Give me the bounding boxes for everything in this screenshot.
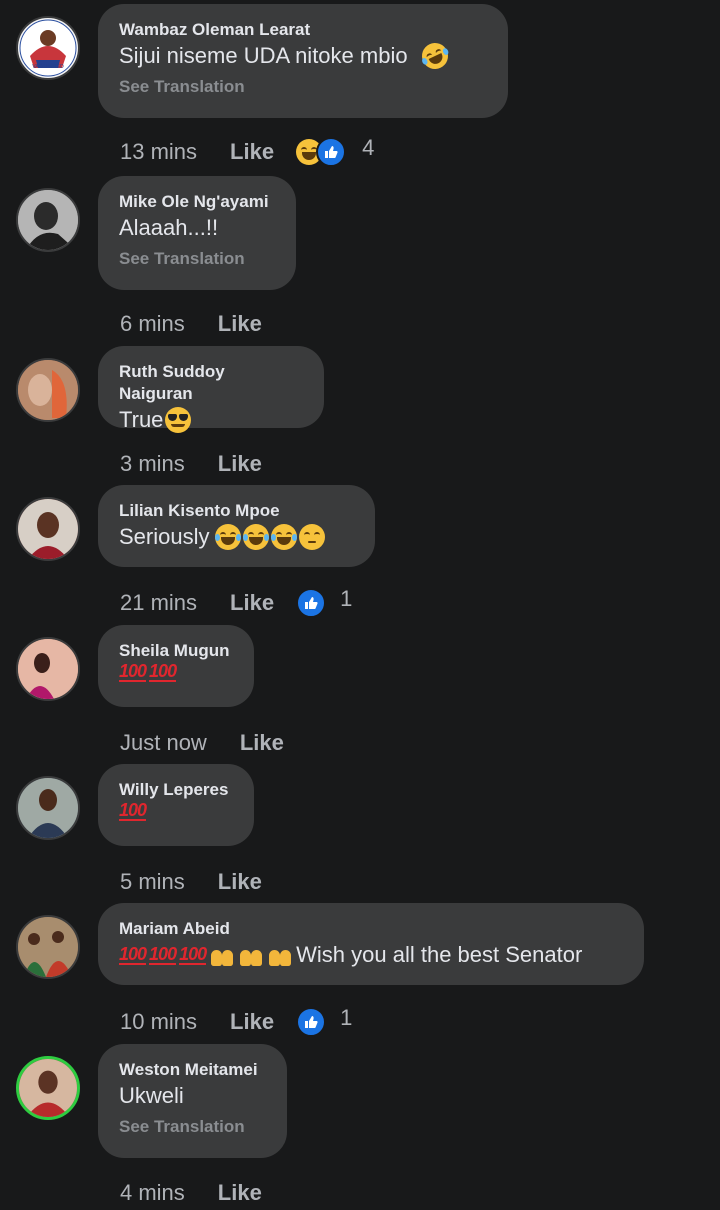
reaction-count: 1 [340, 1005, 353, 1030]
thinking-emoji-icon [299, 524, 326, 550]
avatar-image [18, 917, 78, 977]
commenter-name[interactable]: Lilian Kisento Mpoe [119, 500, 353, 522]
avatar-image [18, 190, 78, 250]
comment-bubble[interactable]: Sheila Mugun 100 100 [98, 625, 254, 707]
avatar[interactable] [16, 188, 80, 252]
avatar[interactable] [16, 497, 80, 561]
comment-text: Seriously [119, 522, 353, 552]
like-button[interactable]: Like [230, 139, 274, 165]
avatar-image: VACCINATED [19, 19, 77, 77]
avatar-image [18, 639, 78, 699]
rofl-emoji-icon [417, 38, 452, 74]
like-button[interactable]: Like [218, 451, 262, 477]
comment-bubble[interactable]: Mariam Abeid 100 100 100 Wish you all th… [98, 903, 644, 985]
like-reaction-icon [316, 137, 347, 167]
raising-hands-emoji-icon [267, 944, 293, 966]
avatar-image [18, 360, 78, 420]
like-button[interactable]: Like [230, 590, 274, 616]
commenter-name[interactable]: Mariam Abeid [119, 918, 622, 940]
tears-of-joy-emoji-icon [243, 524, 270, 550]
comment-time[interactable]: 3 mins [120, 451, 185, 477]
raising-hands-emoji-icon [238, 944, 264, 966]
comment-time[interactable]: 10 mins [120, 1009, 197, 1035]
vaccinated-caption: VACCINATED [32, 64, 64, 70]
see-translation-link[interactable]: See Translation [119, 75, 486, 99]
commenter-name[interactable]: Mike Ole Ng'ayami [119, 191, 274, 213]
comment-text-value: Sijui niseme UDA nitoke mbio [119, 43, 408, 68]
comment-text: True [119, 405, 302, 435]
hundred-points-emoji-icon: 100 [149, 944, 177, 965]
like-button[interactable]: Like [240, 730, 284, 756]
comment-meta: 13 mins Like 4 [120, 135, 375, 167]
commenter-name[interactable]: Wambaz Oleman Learat [119, 19, 486, 41]
comment-time[interactable]: 21 mins [120, 590, 197, 616]
comment-text-value: Seriously [119, 524, 210, 549]
reactions-summary[interactable]: 1 [296, 1005, 353, 1037]
commenter-name[interactable]: Ruth Suddoy Naiguran [119, 361, 302, 405]
comment-bubble[interactable]: Mike Ole Ng'ayami Alaaah...!! See Transl… [98, 176, 296, 290]
reactions-summary[interactable]: 1 [296, 586, 353, 618]
avatar[interactable] [16, 1056, 80, 1120]
comment-text: Alaaah...!! [119, 215, 219, 240]
avatar[interactable] [16, 358, 80, 422]
hundred-points-emoji-icon: 100 [149, 661, 177, 682]
comment-meta: 5 mins Like [120, 867, 262, 897]
avatar-image [18, 499, 78, 559]
comment-meta: 21 mins Like 1 [120, 586, 353, 618]
like-button[interactable]: Like [218, 311, 262, 337]
like-button[interactable]: Like [230, 1009, 274, 1035]
comment-bubble[interactable]: Lilian Kisento Mpoe Seriously [98, 485, 375, 567]
avatar[interactable] [16, 915, 80, 979]
raising-hands-emoji-icon [209, 944, 235, 966]
hundred-points-emoji-icon: 100 [119, 944, 147, 965]
tears-of-joy-emoji-icon [215, 524, 242, 550]
reaction-count: 4 [362, 135, 375, 160]
comment-text: Ukweli [119, 1083, 184, 1108]
like-button[interactable]: Like [218, 1180, 262, 1206]
comment-bubble[interactable]: Ruth Suddoy Naiguran True [98, 346, 324, 433]
comment-time[interactable]: 5 mins [120, 869, 185, 895]
reactions-summary[interactable]: 4 [294, 135, 375, 167]
hundred-points-emoji-icon: 100 [179, 944, 207, 965]
comment-time[interactable]: 4 mins [120, 1180, 185, 1206]
commenter-name[interactable]: Willy Leperes [119, 779, 232, 801]
comment-text: 100 100 [119, 662, 232, 682]
avatar[interactable]: VACCINATED [16, 16, 80, 80]
comment-text-value: True [119, 407, 164, 432]
reaction-count: 1 [340, 586, 353, 611]
comment-meta: 10 mins Like 1 [120, 1005, 353, 1037]
sunglasses-emoji-icon [165, 407, 192, 433]
avatar[interactable] [16, 776, 80, 840]
hundred-points-emoji-icon: 100 [119, 661, 147, 682]
comment-time[interactable]: 6 mins [120, 311, 185, 337]
comment-time[interactable]: Just now [120, 730, 207, 756]
avatar-image [19, 1059, 77, 1117]
comment-meta: 6 mins Like [120, 309, 262, 339]
like-reaction-icon [296, 1007, 327, 1037]
see-translation-link[interactable]: See Translation [119, 247, 274, 271]
hundred-points-emoji-icon: 100 [119, 800, 147, 821]
commenter-name[interactable]: Sheila Mugun [119, 640, 232, 662]
comment-text: 100 [119, 801, 232, 821]
commenter-name[interactable]: Weston Meitamei [119, 1059, 265, 1081]
comment-time[interactable]: 13 mins [120, 139, 197, 165]
avatar-image [18, 778, 78, 838]
comment-bubble[interactable]: Willy Leperes 100 [98, 764, 254, 846]
avatar[interactable] [16, 637, 80, 701]
tears-of-joy-emoji-icon [271, 524, 298, 550]
see-translation-link[interactable]: See Translation [119, 1115, 265, 1139]
comment-text: Sijui niseme UDA nitoke mbio [119, 38, 486, 74]
comment-text: 100 100 100 Wish you all the best Senato… [119, 940, 622, 970]
comment-bubble[interactable]: Wambaz Oleman Learat Sijui niseme UDA ni… [98, 4, 508, 118]
like-reaction-icon [296, 588, 327, 618]
comment-text-value: Wish you all the best Senator [296, 942, 583, 967]
comment-meta: 3 mins Like [120, 449, 262, 479]
comment-bubble[interactable]: Weston Meitamei Ukweli See Translation [98, 1044, 287, 1158]
comment-meta: 4 mins Like [120, 1178, 262, 1208]
like-button[interactable]: Like [218, 869, 262, 895]
comment-meta: Just now Like [120, 728, 284, 758]
